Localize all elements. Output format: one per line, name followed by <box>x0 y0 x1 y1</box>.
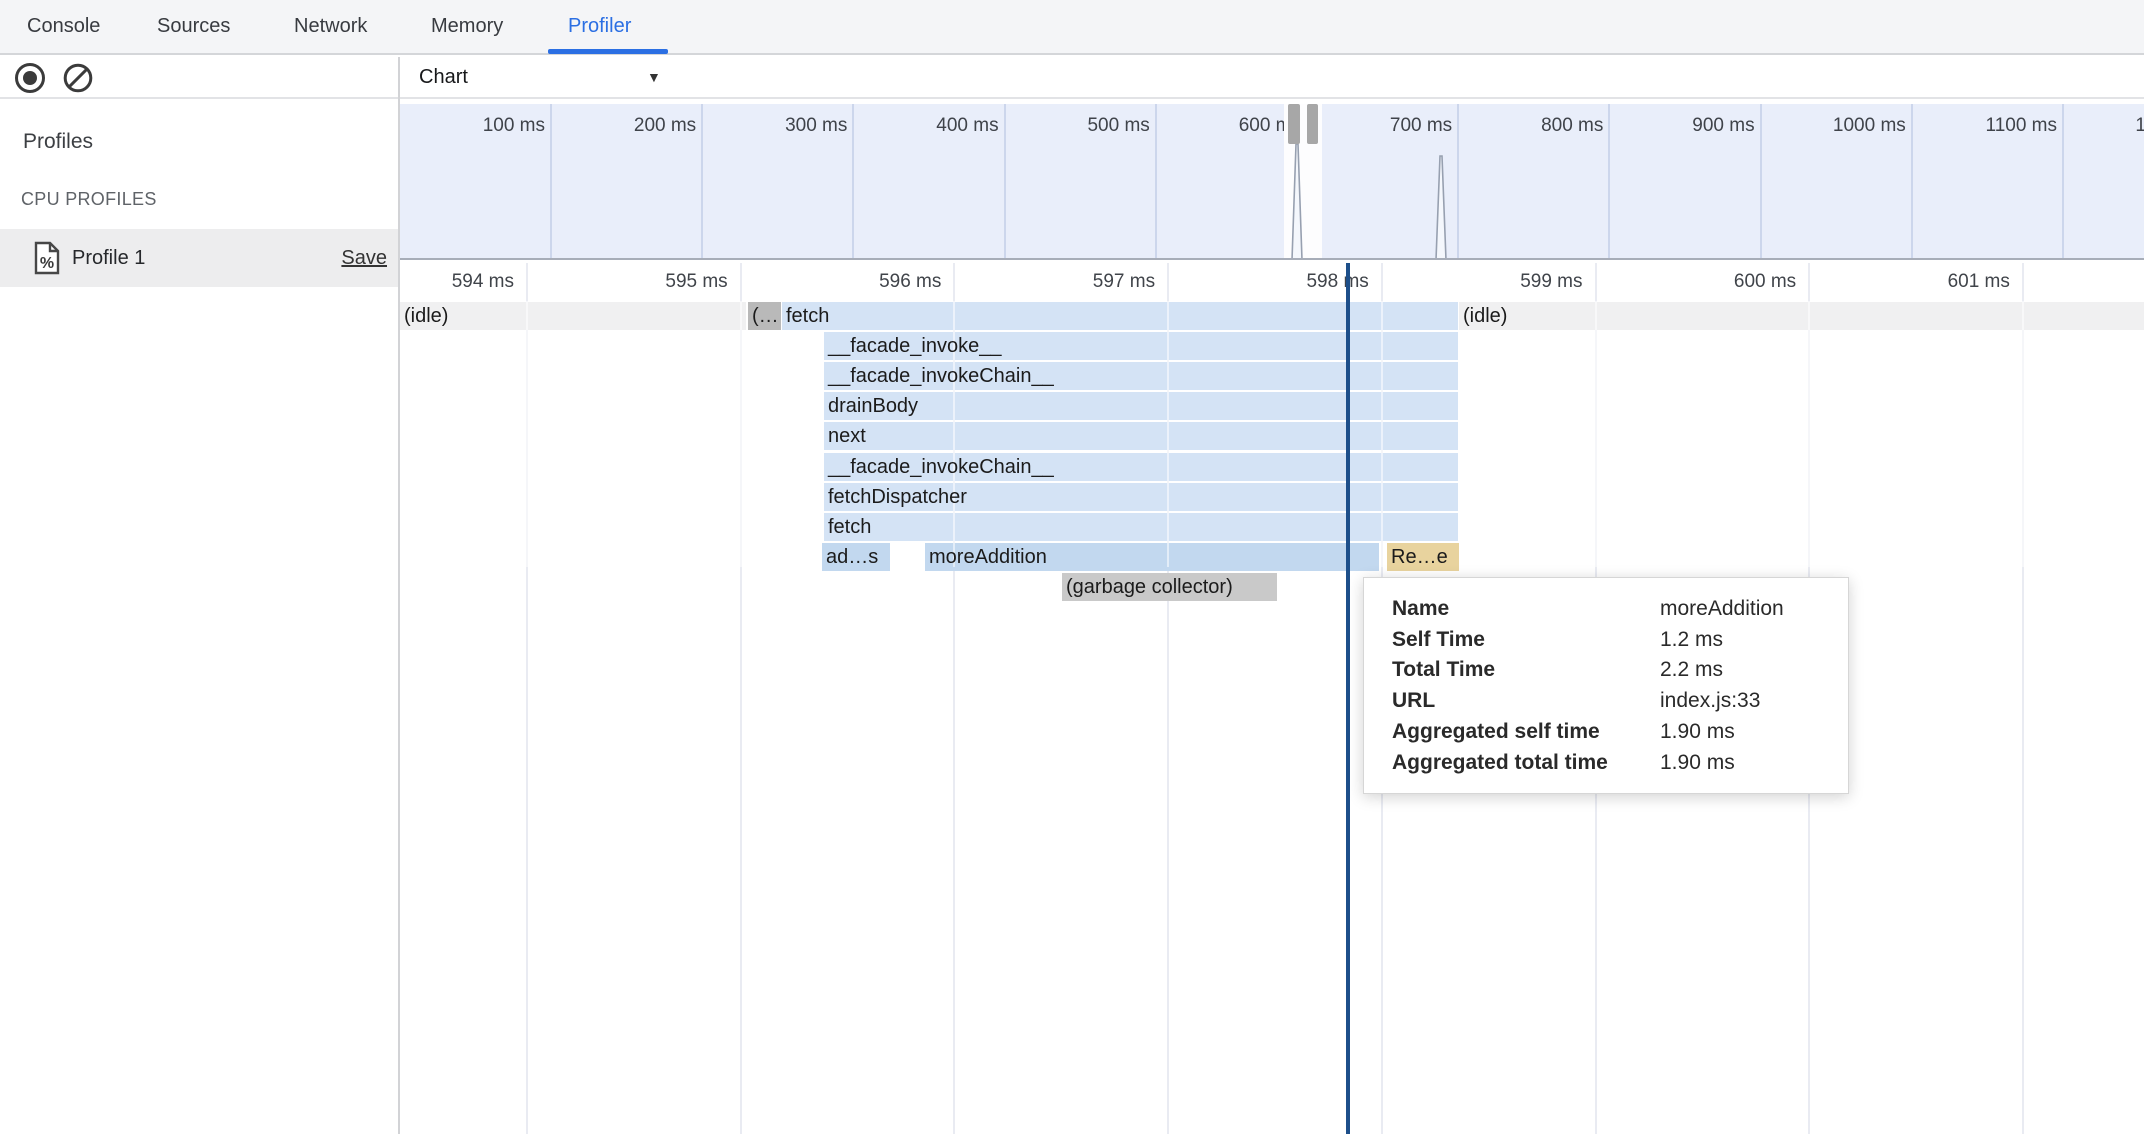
cpu-usage-spikes <box>400 104 2144 260</box>
frame-label: __facade_invokeChain__ <box>824 456 1054 478</box>
tooltip-label: URL <box>1392 686 1660 717</box>
frame-label: __facade_invoke__ <box>824 335 1001 357</box>
tooltip-value: 1.90 ms <box>1660 748 1735 779</box>
flame-tick-label: 595 ms <box>578 271 728 293</box>
frame-label: (garbage collector) <box>1062 576 1233 598</box>
tooltip-value: moreAddition <box>1660 594 1784 625</box>
flame-row: fetch <box>400 513 2144 541</box>
playhead-marker[interactable] <box>1346 263 1350 1134</box>
clear-icon <box>63 63 93 93</box>
frame-label: (idle) <box>400 305 448 327</box>
frame-label: (idle) <box>1459 305 1507 327</box>
frame-bar-fetch[interactable]: fetch <box>782 302 1458 330</box>
tab-memory[interactable]: Memory <box>431 0 503 53</box>
tooltip-label: Self Time <box>1392 625 1660 656</box>
record-profile-button[interactable] <box>15 63 45 93</box>
save-profile-link[interactable]: Save <box>341 229 387 287</box>
devtools-profiler-panel: Console Sources Network Memory Profiler Char… <box>0 0 2144 1134</box>
cpu-profiles-section-header: CPU PROFILES <box>21 189 157 210</box>
flame-gridline-overlay <box>2022 301 2024 567</box>
frame-label: ad…s <box>822 546 878 568</box>
devtools-tab-bar: Console Sources Network Memory Profiler <box>0 0 2144 55</box>
flame-tick-label: 596 ms <box>791 271 941 293</box>
frame-label: drainBody <box>824 395 918 417</box>
frame-label: fetch <box>782 305 829 327</box>
tooltip-value: 1.90 ms <box>1660 717 1735 748</box>
tooltip-label: Aggregated self time <box>1392 717 1660 748</box>
frame-label: fetchDispatcher <box>824 486 967 508</box>
flame-gridline-overlay <box>1167 301 1169 567</box>
active-tab-underline <box>548 49 668 54</box>
tooltip-value: index.js:33 <box>1660 686 1760 717</box>
flame-chart: 594 ms595 ms596 ms597 ms598 ms599 ms600 … <box>400 263 2144 1134</box>
flame-gridline-overlay <box>526 301 528 567</box>
view-toolbar: Chart ▼ <box>400 57 2144 98</box>
tooltip-label: Aggregated total time <box>1392 748 1660 779</box>
frame-bar--facade-invoke-[interactable]: __facade_invoke__ <box>824 332 1458 360</box>
flame-row: drainBody <box>400 392 2144 420</box>
chevron-down-icon: ▼ <box>647 57 661 97</box>
flame-gridline-overlay <box>1595 301 1597 567</box>
tooltip-value: 1.2 ms <box>1660 625 1723 656</box>
tooltip-label: Name <box>1392 594 1660 625</box>
frame-bar--idle-[interactable]: (idle) <box>400 302 746 330</box>
flame-gridline-overlay <box>1381 301 1383 567</box>
frame-bar-ad-s[interactable]: ad…s <box>822 543 890 571</box>
profiles-header: Profiles <box>23 130 93 154</box>
frame-bar-moreaddition[interactable]: moreAddition <box>925 543 1379 571</box>
sidebar-item-profile-1[interactable]: % Profile 1 Save <box>0 229 398 287</box>
frame-bar-next[interactable]: next <box>824 422 1458 450</box>
profile-document-icon: % <box>33 241 61 280</box>
flame-row: fetchDispatcher <box>400 483 2144 511</box>
frame-label: moreAddition <box>925 546 1047 568</box>
clear-profiles-button[interactable] <box>63 63 93 93</box>
frame-tooltip: NamemoreAddition Self Time1.2 ms Total T… <box>1363 577 1849 794</box>
selection-handle-left[interactable] <box>1288 104 1300 144</box>
frame-label: next <box>824 425 866 447</box>
record-icon <box>15 63 45 93</box>
profile-name: Profile 1 <box>72 229 145 287</box>
flame-tick-label: 594 ms <box>400 271 514 293</box>
flame-row: ad…s moreAddition Re…e <box>400 543 2144 571</box>
frame-bar--facade-invokechain-[interactable]: __facade_invokeChain__ <box>824 362 1458 390</box>
flame-tick-label: 597 ms <box>1005 271 1155 293</box>
flame-tick-label: 601 ms <box>1860 271 2010 293</box>
frame-bar--idle-[interactable]: (idle) <box>1459 302 2144 330</box>
frame-bar-drainbody[interactable]: drainBody <box>824 392 1458 420</box>
tab-console[interactable]: Console <box>27 0 100 53</box>
frame-label: (… <box>748 305 779 327</box>
flame-row: __facade_invokeChain__ <box>400 362 2144 390</box>
flame-tick-label: 600 ms <box>1646 271 1796 293</box>
tab-sources[interactable]: Sources <box>157 0 230 53</box>
flame-tick-label: 599 ms <box>1433 271 1583 293</box>
tab-profiler[interactable]: Profiler <box>568 0 631 53</box>
flame-row: __facade_invoke__ <box>400 332 2144 360</box>
frame-label: Re…e <box>1387 546 1448 568</box>
selection-handle-right[interactable] <box>1307 104 1318 144</box>
frame-bar--[interactable]: (… <box>748 302 781 330</box>
view-mode-label: Chart <box>419 66 468 88</box>
view-mode-dropdown[interactable]: Chart ▼ <box>419 57 659 97</box>
frame-label: __facade_invokeChain__ <box>824 365 1054 387</box>
frame-bar--garbage-collector-[interactable]: (garbage collector) <box>1062 573 1277 601</box>
profiler-toolbar <box>0 57 398 98</box>
tab-network[interactable]: Network <box>294 0 367 53</box>
tooltip-label: Total Time <box>1392 655 1660 686</box>
frame-bar-fetch[interactable]: fetch <box>824 513 1458 541</box>
flame-gridline-overlay <box>1808 301 1810 567</box>
flame-row: __facade_invokeChain__ <box>400 453 2144 481</box>
flame-row: next <box>400 422 2144 450</box>
tooltip-value: 2.2 ms <box>1660 655 1723 686</box>
timeline-overview[interactable]: 100 ms200 ms300 ms400 ms500 ms600 ms700 … <box>400 104 2144 260</box>
frame-bar-re-e[interactable]: Re…e <box>1387 543 1459 571</box>
frame-label: fetch <box>824 516 871 538</box>
frame-bar-fetchdispatcher[interactable]: fetchDispatcher <box>824 483 1458 511</box>
svg-text:%: % <box>40 255 54 272</box>
frame-bar--facade-invokechain-[interactable]: __facade_invokeChain__ <box>824 453 1458 481</box>
flame-gridline-overlay <box>740 301 742 567</box>
flame-row: (garbage collector) <box>400 573 2144 601</box>
toolbar-divider <box>0 97 2144 99</box>
flame-row: (idle) (…fetch (idle) <box>400 302 2144 330</box>
